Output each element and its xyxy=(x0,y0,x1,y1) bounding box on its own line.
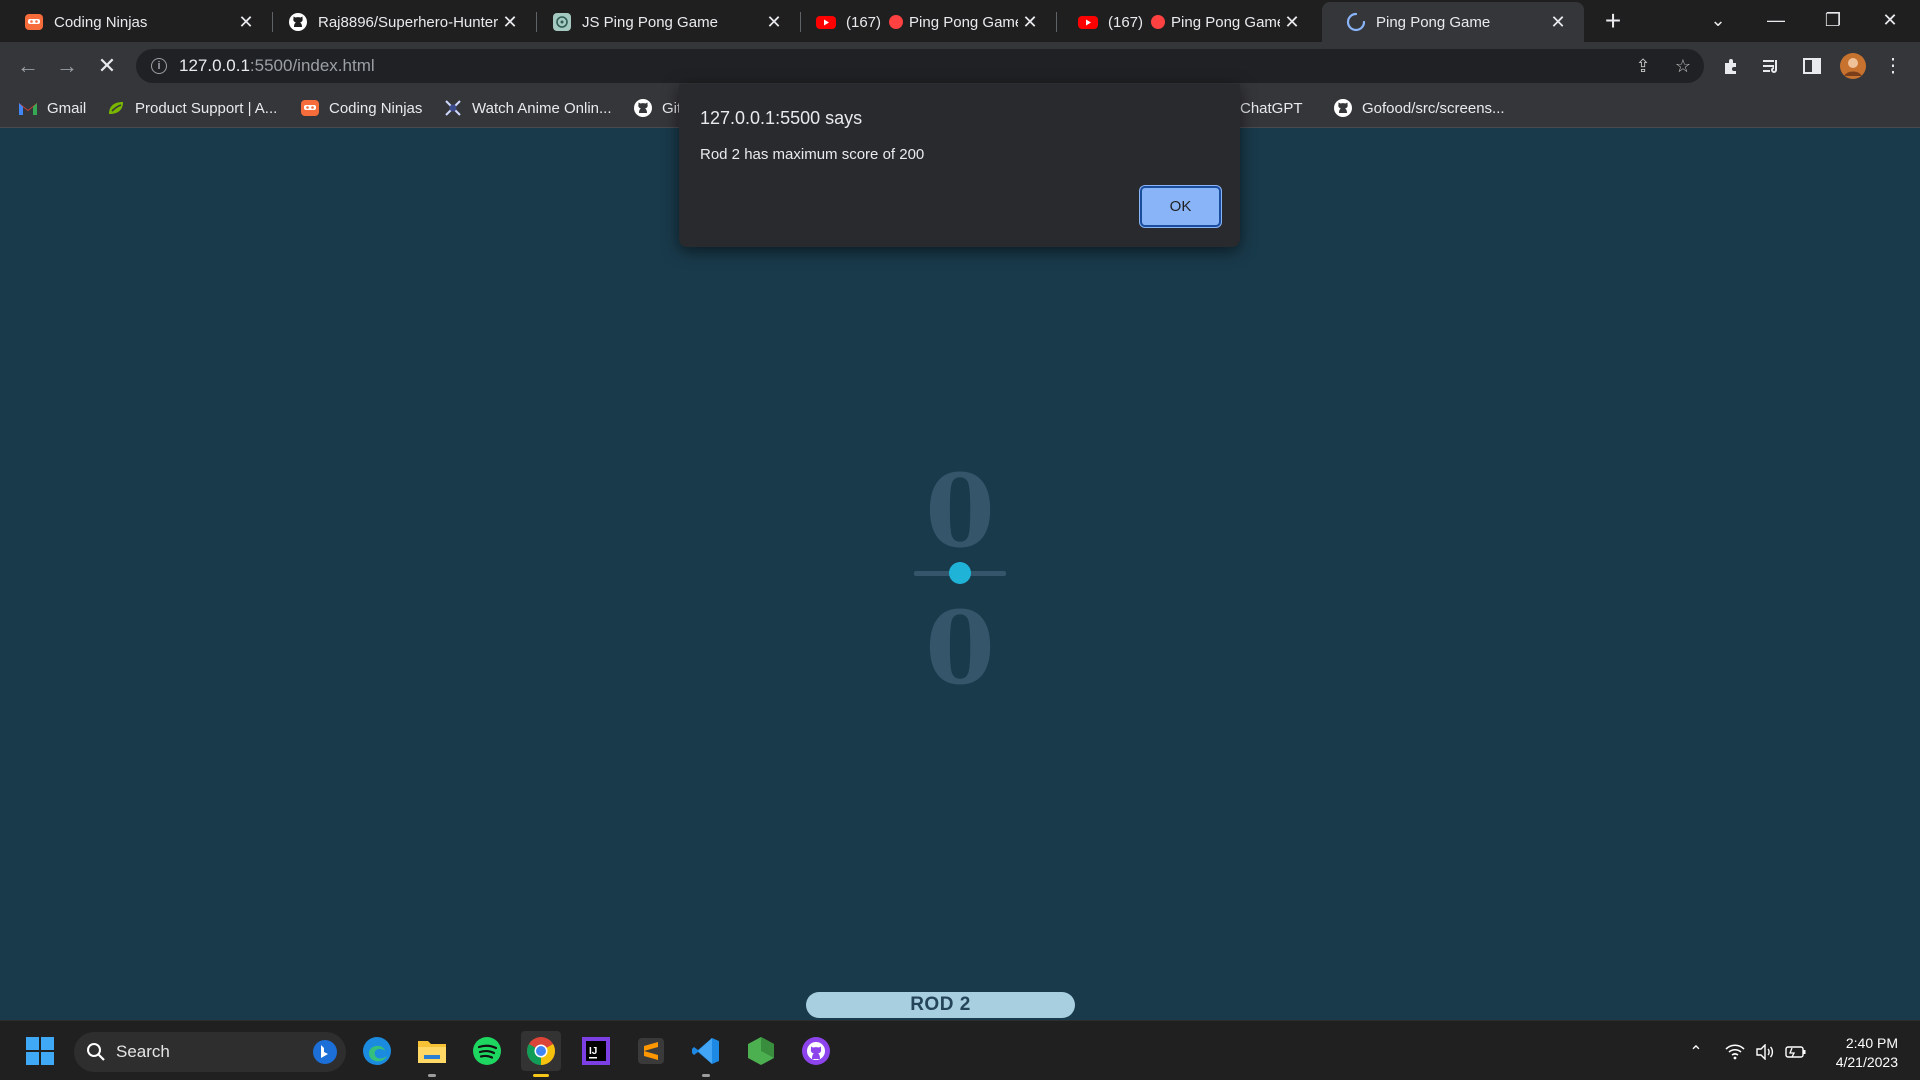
game-page: 0 0 ROD 2 xyxy=(0,128,1920,1020)
tab-title-suffix: Ping Pong Game | xyxy=(909,13,1018,31)
tab-title: (167) xyxy=(1108,13,1144,31)
menu-kebab-icon[interactable]: ⋮ xyxy=(1876,49,1910,83)
bookmark-label: Coding Ninjas xyxy=(329,99,423,117)
tab-title: Coding Ninjas xyxy=(54,13,148,31)
tab-youtube-2[interactable]: (167) Ping Pong Game | ✕ xyxy=(1054,2,1318,42)
bookmark-gmail[interactable]: Gmail xyxy=(18,96,86,120)
profile-avatar[interactable] xyxy=(1836,49,1870,83)
recording-dot-icon xyxy=(889,14,904,29)
tab-search-chevron-icon[interactable]: ⌄ xyxy=(1690,0,1746,40)
tab-title: (167) xyxy=(846,13,882,31)
restore-button[interactable]: ❐ xyxy=(1805,0,1861,40)
edge-icon[interactable] xyxy=(357,1031,397,1071)
taskbar-search[interactable]: Search xyxy=(74,1032,346,1072)
side-panel-icon[interactable] xyxy=(1795,49,1829,83)
bookmark-label: Gmail xyxy=(47,99,87,117)
nodejs-icon[interactable] xyxy=(741,1031,781,1071)
browser-toolbar: ← → ✕ i 127.0.0.1:5500/index.html ⇪ ☆ ⋮ xyxy=(0,42,1920,88)
intellij-icon[interactable]: IJ xyxy=(576,1031,616,1071)
ok-button[interactable]: OK xyxy=(1140,186,1221,227)
file-explorer-icon[interactable] xyxy=(412,1031,452,1077)
tab-strip: Coding Ninjas ✕ Raj8896/Superhero-Hunter… xyxy=(0,0,1920,42)
sublime-text-icon[interactable] xyxy=(631,1031,671,1071)
close-window-button[interactable]: ✕ xyxy=(1862,0,1918,40)
forward-button[interactable]: → xyxy=(51,50,83,82)
tab-superhero-hunter[interactable]: Raj8896/Superhero-Hunter ✕ xyxy=(264,2,536,42)
bookmark-star-icon[interactable]: ☆ xyxy=(1667,50,1699,82)
bookmark-label: ChatGPT xyxy=(1240,99,1303,117)
windows-taskbar: Search IJ ⌃ 2:40 PM 4/21/2023 xyxy=(0,1020,1920,1080)
chevron-up-icon[interactable]: ⌃ xyxy=(1683,1039,1709,1065)
clock-date: 4/21/2023 xyxy=(1835,1054,1898,1070)
minimize-button[interactable]: — xyxy=(1748,0,1804,40)
github-icon xyxy=(1333,98,1353,118)
bookmark-watch-anime[interactable]: Watch Anime Onlin... xyxy=(443,96,612,120)
url-path: :5500/index.html xyxy=(249,56,375,75)
address-bar[interactable]: i 127.0.0.1:5500/index.html xyxy=(136,49,1704,83)
close-tab-icon[interactable]: ✕ xyxy=(1546,10,1570,34)
tab-ping-pong-game[interactable]: Ping Pong Game ✕ xyxy=(1322,2,1584,42)
start-button[interactable] xyxy=(20,1031,60,1071)
github-icon xyxy=(633,98,653,118)
github-icon xyxy=(288,12,308,32)
alert-dialog: 127.0.0.1:5500 says Rod 2 has maximum sc… xyxy=(679,84,1240,247)
wifi-icon[interactable] xyxy=(1722,1039,1748,1065)
bookmark-label: Watch Anime Onlin... xyxy=(472,99,612,117)
coding-ninjas-icon xyxy=(300,98,320,118)
bookmark-git[interactable]: Git xyxy=(633,96,681,120)
taskbar-clock[interactable]: 2:40 PM 4/21/2023 xyxy=(1818,1034,1918,1072)
url-host: 127.0.0.1 xyxy=(179,56,250,75)
bookmark-label: Product Support | A... xyxy=(135,99,278,117)
bookmark-product-support[interactable]: Product Support | A... xyxy=(106,96,277,120)
bookmark-label: Gofood/src/screens... xyxy=(1362,99,1505,117)
spotify-icon[interactable] xyxy=(467,1031,507,1071)
dialog-title: 127.0.0.1:5500 says xyxy=(700,108,863,128)
youtube-icon xyxy=(816,12,836,32)
bookmark-gofood[interactable]: Gofood/src/screens... xyxy=(1333,96,1505,120)
tab-title: JS Ping Pong Game xyxy=(582,13,718,31)
media-controls-icon[interactable] xyxy=(1754,49,1788,83)
score-top: 0 xyxy=(925,452,995,570)
gmail-icon xyxy=(18,98,38,118)
close-tab-icon[interactable]: ✕ xyxy=(498,10,522,34)
site-info-icon[interactable]: i xyxy=(151,58,167,74)
github-desktop-icon[interactable] xyxy=(796,1031,836,1071)
close-tab-icon[interactable]: ✕ xyxy=(1280,10,1304,34)
close-tab-icon[interactable]: ✕ xyxy=(1018,10,1042,34)
close-tab-icon[interactable]: ✕ xyxy=(234,10,258,34)
recording-dot-icon xyxy=(1151,14,1166,29)
chatgpt-icon xyxy=(552,12,572,32)
anime-icon xyxy=(443,98,463,118)
bing-icon[interactable] xyxy=(312,1039,338,1065)
share-icon[interactable]: ⇪ xyxy=(1627,50,1659,82)
vscode-icon[interactable] xyxy=(686,1031,726,1077)
bookmark-coding-ninjas[interactable]: Coding Ninjas xyxy=(300,96,422,120)
tab-js-ping-pong[interactable]: JS Ping Pong Game ✕ xyxy=(528,2,800,42)
close-tab-icon[interactable]: ✕ xyxy=(762,10,786,34)
search-icon xyxy=(86,1042,106,1062)
tab-youtube-1[interactable]: (167) Ping Pong Game | ✕ xyxy=(792,2,1056,42)
new-tab-button[interactable]: + xyxy=(1598,5,1628,36)
svg-text:IJ: IJ xyxy=(589,1046,597,1057)
volume-icon[interactable] xyxy=(1752,1039,1778,1065)
clock-time: 2:40 PM xyxy=(1845,1035,1898,1051)
rod-2-paddle: ROD 2 xyxy=(806,992,1075,1018)
loading-spinner-icon xyxy=(1346,12,1366,32)
dialog-message: Rod 2 has maximum score of 200 xyxy=(700,146,925,163)
battery-icon[interactable] xyxy=(1783,1039,1809,1065)
tab-title-suffix: Ping Pong Game | xyxy=(1171,13,1280,31)
tab-title: Raj8896/Superhero-Hunter xyxy=(318,13,498,31)
coding-ninjas-icon xyxy=(24,12,44,32)
search-label: Search xyxy=(116,1042,170,1061)
tab-coding-ninjas[interactable]: Coding Ninjas ✕ xyxy=(0,2,272,42)
tab-title: Ping Pong Game xyxy=(1376,13,1491,31)
chrome-icon[interactable] xyxy=(521,1031,561,1077)
stop-loading-button[interactable]: ✕ xyxy=(91,50,123,82)
ball xyxy=(949,562,971,584)
product-support-icon xyxy=(106,98,126,118)
score-bottom: 0 xyxy=(925,589,995,707)
back-button[interactable]: ← xyxy=(12,50,44,82)
extensions-icon[interactable] xyxy=(1714,49,1748,83)
youtube-icon xyxy=(1078,12,1098,32)
